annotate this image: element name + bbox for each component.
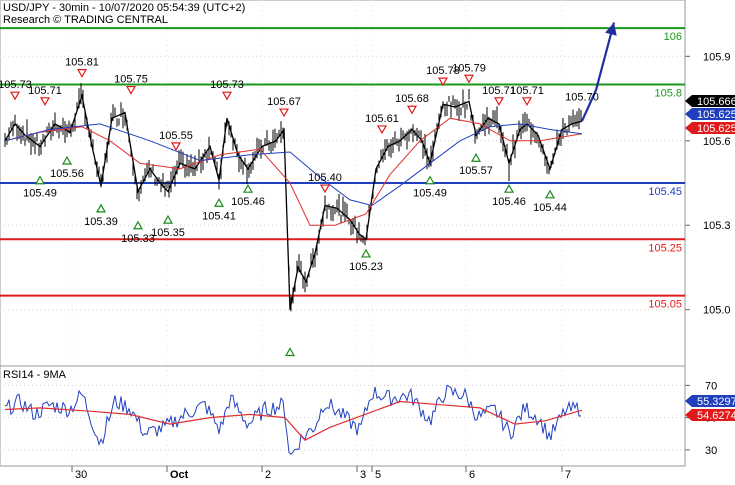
swing-low-label: 105.33	[121, 233, 155, 245]
swing-high-label: 105.61	[365, 113, 399, 125]
swing-low-label: 105.49	[23, 188, 57, 200]
chart-title: USD/JPY - 30min - 10/07/2020 05:54:39 (U…	[3, 2, 245, 14]
swing-low-label: 105.49	[413, 188, 447, 200]
rsi-tick-label: 70	[705, 380, 717, 392]
time-tick-label: 2	[265, 469, 271, 480]
rsi-value-badge-label: 54.6274	[697, 410, 735, 422]
chart-subtitle: Research © TRADING CENTRAL	[3, 14, 168, 26]
level-label-support: 105.05	[648, 299, 682, 311]
swing-high-label: 105.71	[28, 85, 62, 97]
swing-low-label: 105.46	[492, 196, 526, 208]
value-badge-label: 105.625	[697, 109, 735, 121]
swing-high-label: 105.68	[395, 93, 429, 105]
swing-high-label: 105.40	[308, 172, 342, 184]
time-tick-label: 6	[469, 469, 475, 480]
time-tick-label: 3	[360, 469, 366, 480]
price-label: 105.70	[565, 92, 599, 104]
swing-high-label: 105.75	[114, 74, 148, 86]
swing-high-label: 105.73	[210, 79, 244, 91]
swing-low-label: 105.41	[202, 210, 236, 222]
swing-low-label: 105.39	[84, 216, 118, 228]
swing-low-label: 105.46	[231, 196, 265, 208]
swing-high-label: 105.81	[65, 57, 99, 69]
level-label-pivot: 105.45	[648, 186, 682, 198]
swing-low-label: 105.23	[349, 261, 383, 273]
level-label-support: 105.25	[648, 242, 682, 254]
price-tick-label: 105.6	[703, 136, 731, 148]
swing-high-label: 105.67	[267, 96, 301, 108]
price-tick-label: 105.9	[703, 51, 731, 63]
swing-low-label: 105.44	[533, 202, 567, 214]
swing-high-label: 105.79	[452, 62, 486, 74]
value-badge-label: 105.666	[697, 96, 735, 108]
usdjpy-chart: 106 105.8 105.45 105.25 105.05 105.73 105.71 1…	[0, 0, 735, 481]
time-tick-label: 30	[75, 469, 87, 480]
rsi-title: RSI14 - 9MA	[3, 369, 67, 381]
price-tick-label: 105.0	[703, 305, 731, 317]
time-tick-label: 7	[565, 469, 571, 480]
swing-high-label: 105.55	[159, 130, 193, 142]
time-tick-label: Oct	[170, 469, 189, 480]
swing-low-label: 105.35	[151, 227, 185, 239]
time-tick-label: 5	[375, 469, 381, 480]
swing-low-label: 105.56	[50, 168, 84, 180]
value-badge-label: 105.625	[697, 123, 735, 135]
price-tick-label: 105.3	[703, 220, 731, 232]
level-label-resistance: 106	[664, 31, 682, 43]
rsi-value-badge-label: 55.3297	[697, 396, 735, 408]
swing-high-label: 105.73	[0, 79, 32, 91]
chart-svg: 106105.8105.45105.25105.05 105.73105.711…	[0, 0, 735, 481]
swing-high-label: 105.71	[510, 85, 544, 97]
rsi-tick-label: 30	[705, 445, 717, 457]
swing-low-label: 105.57	[459, 165, 493, 177]
level-label-resistance: 105.8	[654, 87, 682, 99]
